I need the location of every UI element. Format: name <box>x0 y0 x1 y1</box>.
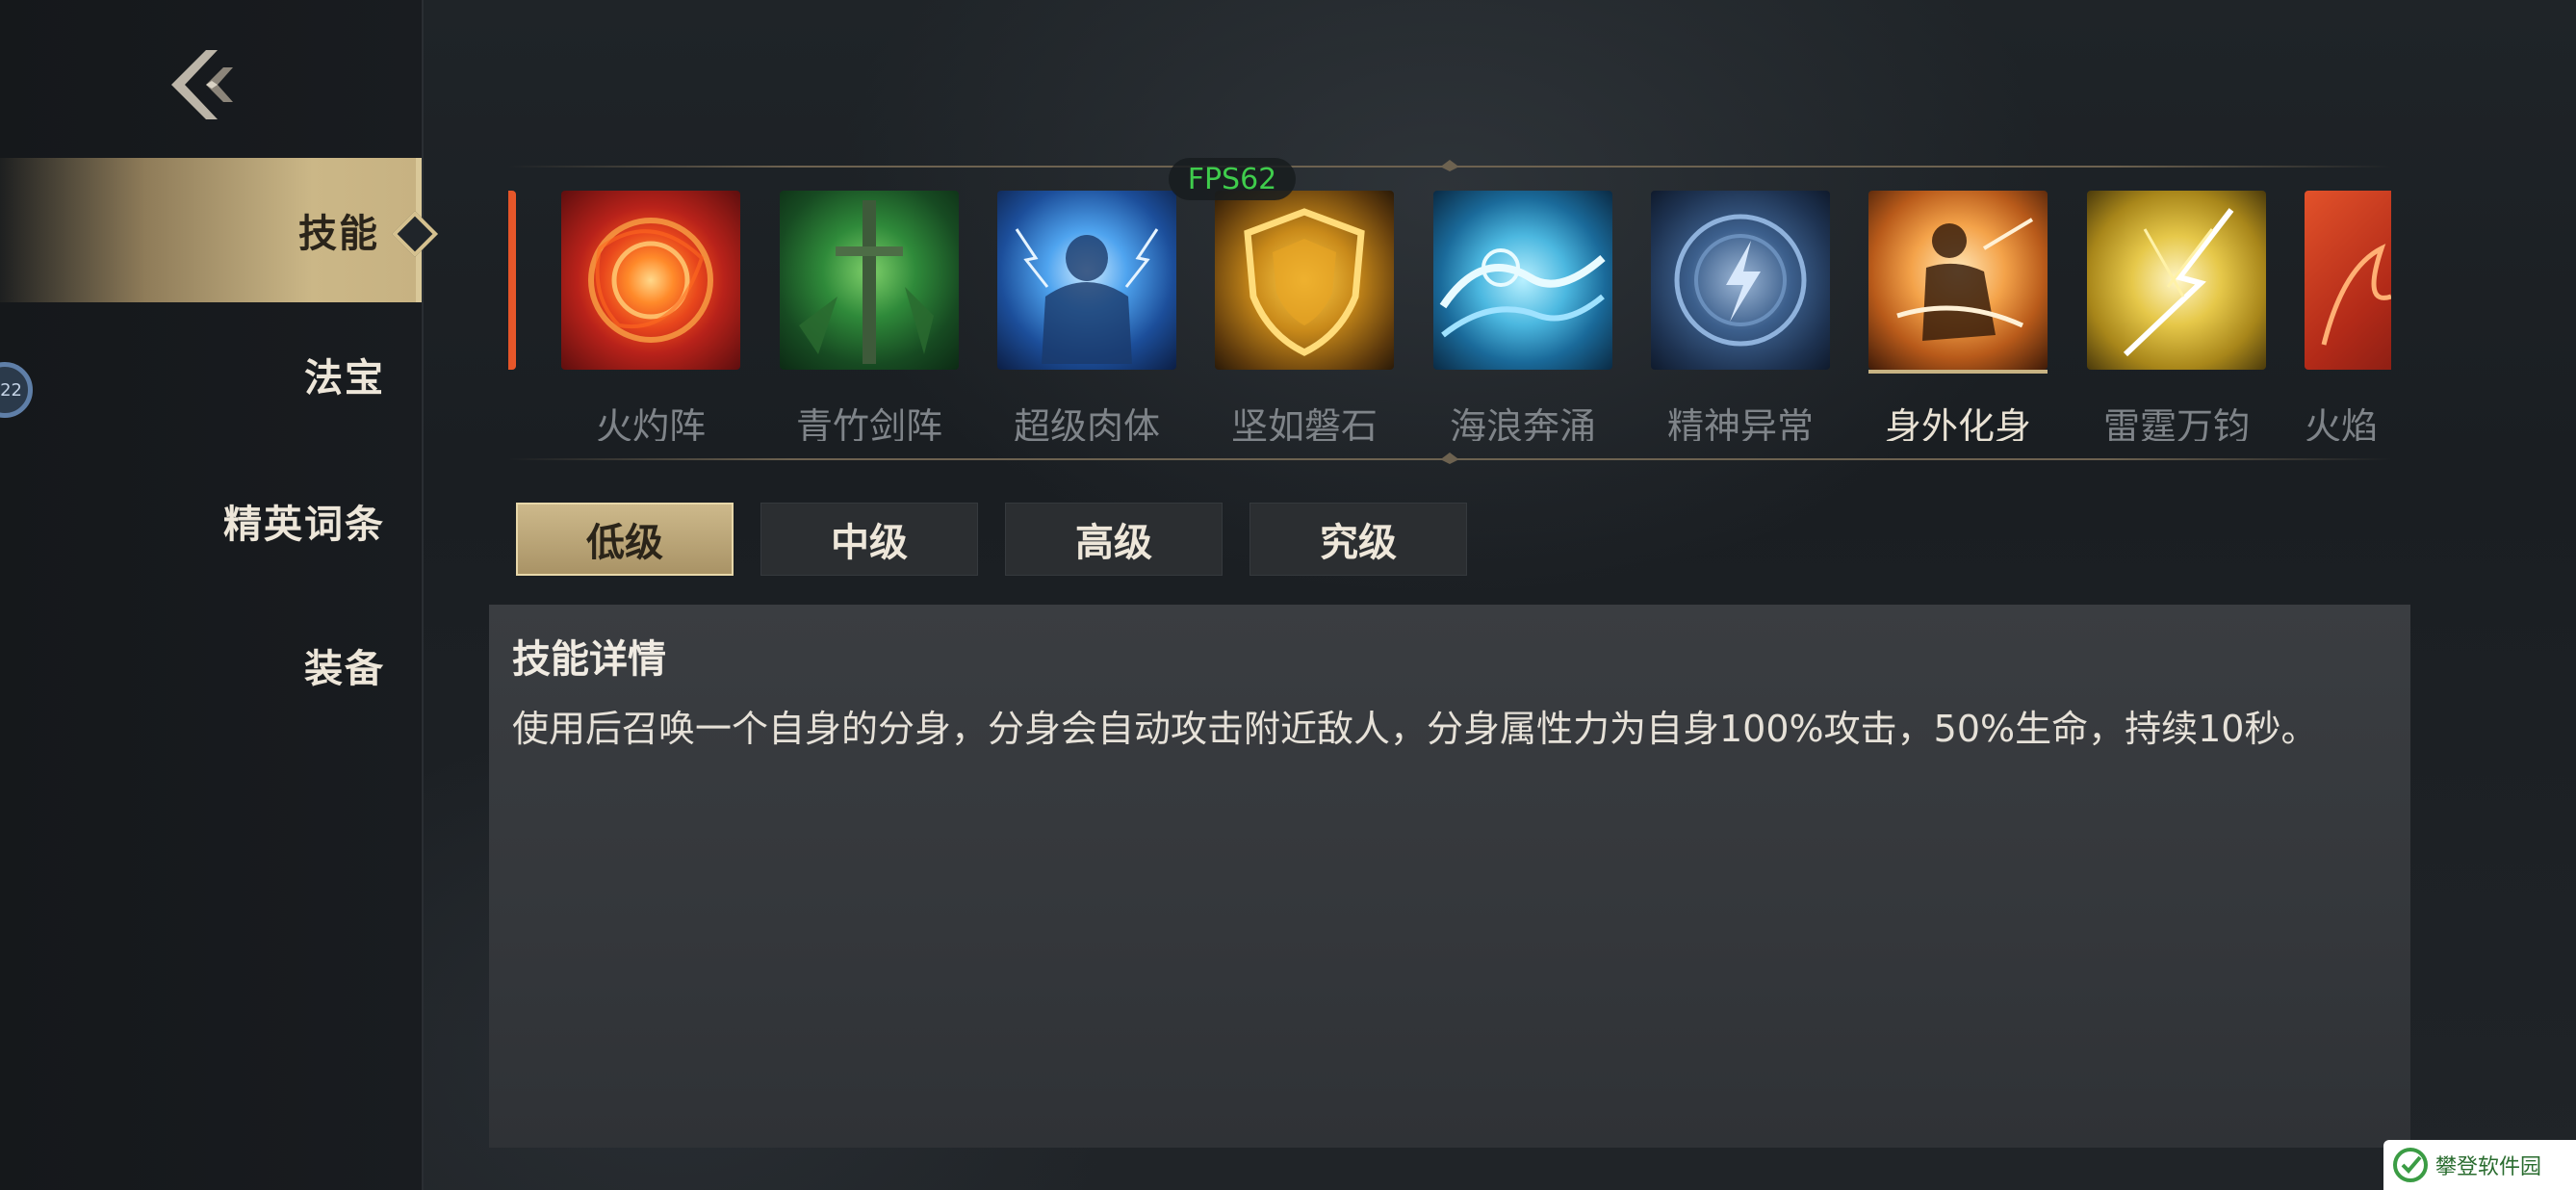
left-nav-panel: 技能 法宝 精英词条 装备 22 <box>0 0 439 1190</box>
skill-strip[interactable]: 火灼阵 青竹剑阵 超级肉体 坚如磐石 海浪奔涌 精神异常 身外化身 雷霆万钧 火… <box>508 191 2391 441</box>
nav-item-elite-affixes[interactable]: 精英词条 <box>0 449 422 593</box>
skill-label: 火焰 <box>2305 405 2379 441</box>
skill-label: 坚如磐石 <box>1230 405 1378 441</box>
mind-lightning-icon <box>1651 191 1830 370</box>
skill-item[interactable]: 坚如磐石 <box>1215 191 1394 441</box>
nav-item-label: 装备 <box>304 647 385 691</box>
flame-icon <box>2305 191 2391 370</box>
skill-carousel[interactable]: 火灼阵 青竹剑阵 超级肉体 坚如磐石 海浪奔涌 精神异常 身外化身 雷霆万钧 火… <box>508 160 2391 464</box>
skill-label: 雷霆万钧 <box>2102 405 2250 441</box>
skill-label: 青竹剑阵 <box>795 405 942 441</box>
watermark-text: 攀登软件园 <box>2435 1155 2542 1179</box>
skill-item-partial-right[interactable]: 火焰 <box>2305 191 2391 441</box>
back-button[interactable] <box>164 46 241 123</box>
ornament-icon <box>1423 453 1477 464</box>
skill-item[interactable]: 精神异常 <box>1651 191 1830 441</box>
active-indicator-icon <box>391 210 439 258</box>
skill-label: 精神异常 <box>1666 405 1814 441</box>
golden-shield-icon <box>1215 191 1394 370</box>
bamboo-sword-icon <box>780 191 959 370</box>
skill-item[interactable]: 超级肉体 <box>997 191 1176 441</box>
selected-underline <box>1868 370 2048 374</box>
badge-text: 22 <box>0 379 22 401</box>
tab-level-ultimate[interactable]: 究级 <box>1249 503 1467 576</box>
watermark-logo-icon <box>2393 1148 2428 1182</box>
bottom-divider <box>508 453 2391 464</box>
ornament-icon <box>1423 160 1477 171</box>
fire-vortex-icon <box>561 191 740 370</box>
skill-label: 超级肉体 <box>1013 405 1160 441</box>
lightning-giant-icon <box>997 191 1176 370</box>
nav-item-label: 精英词条 <box>223 503 385 547</box>
fire-edge-icon <box>508 191 516 370</box>
skill-label: 火灼阵 <box>595 405 706 441</box>
top-divider <box>508 160 2391 171</box>
fps-counter: FPS62 <box>1169 158 1296 200</box>
skill-item[interactable]: 雷霆万钧 <box>2087 191 2266 441</box>
nav-item-label: 技能 <box>298 212 379 256</box>
detail-description: 使用后召唤一个自身的分身，分身会自动攻击附近敌人，分身属性力为自身100%攻击，… <box>512 708 2318 750</box>
detail-title: 技能详情 <box>512 637 666 682</box>
nav-item-equipment[interactable]: 装备 <box>0 593 422 737</box>
skill-label: 海浪奔涌 <box>1449 405 1596 441</box>
ocean-wave-icon <box>1433 191 1612 370</box>
tab-level-mid[interactable]: 中级 <box>760 503 978 576</box>
watermark: 攀登软件园 <box>2383 1140 2576 1190</box>
skill-detail-panel: 技能详情 使用后召唤一个自身的分身，分身会自动攻击附近敌人，分身属性力为自身10… <box>489 605 2410 1148</box>
back-chevron-icon <box>171 50 233 119</box>
nav-item-treasures[interactable]: 法宝 <box>0 302 422 447</box>
skill-item[interactable]: 青竹剑阵 <box>780 191 959 441</box>
skill-item-partial-left[interactable] <box>508 191 516 441</box>
skill-label: 身外化身 <box>1884 405 2031 441</box>
skill-item[interactable]: 火灼阵 <box>561 191 740 441</box>
skill-item[interactable]: 海浪奔涌 <box>1433 191 1612 441</box>
skill-item-selected[interactable]: 身外化身 <box>1868 191 2048 441</box>
nav-item-skills[interactable]: 技能 <box>0 158 439 302</box>
golden-thunder-icon <box>2087 191 2266 370</box>
tab-level-high[interactable]: 高级 <box>1005 503 1223 576</box>
nav-item-label: 法宝 <box>304 356 385 401</box>
clone-warrior-icon <box>1868 191 2048 370</box>
tab-level-low[interactable]: 低级 <box>516 503 734 576</box>
